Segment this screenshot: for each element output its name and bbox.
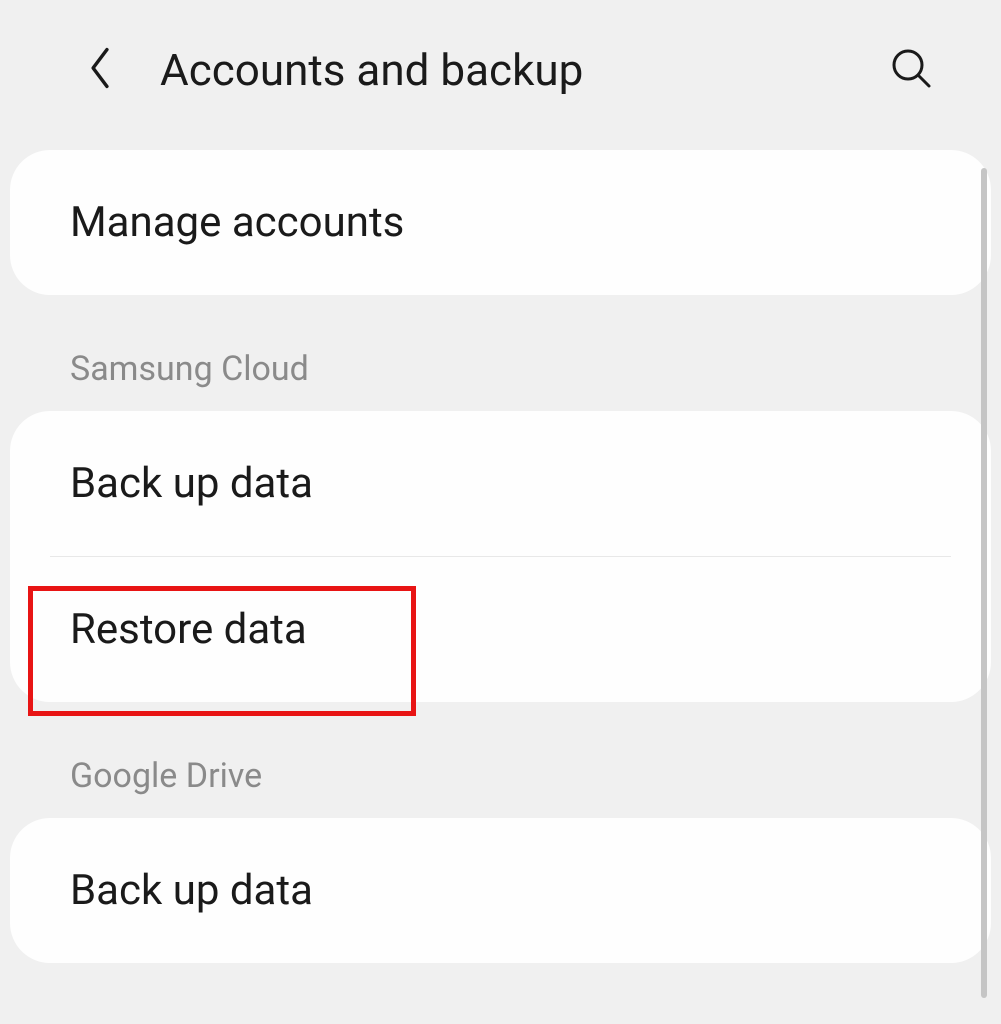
page-title: Accounts and backup [160,44,881,96]
manage-accounts-card: Manage accounts [10,150,991,295]
back-button[interactable] [70,40,130,100]
chevron-left-icon [85,45,115,95]
manage-accounts-item[interactable]: Manage accounts [10,150,991,295]
search-icon [889,46,933,94]
content-area: Manage accounts Samsung Cloud Back up da… [0,150,1001,963]
samsung-cloud-restore-item[interactable]: Restore data [10,557,991,702]
section-header-google-drive: Google Drive [10,702,991,818]
header-bar: Accounts and backup [0,0,1001,150]
search-button[interactable] [881,40,941,100]
samsung-cloud-backup-item[interactable]: Back up data [10,411,991,556]
scrollbar[interactable] [981,168,987,998]
section-header-samsung-cloud: Samsung Cloud [10,295,991,411]
google-drive-backup-item[interactable]: Back up data [10,818,991,963]
google-drive-card: Back up data [10,818,991,963]
samsung-cloud-card: Back up data Restore data [10,411,991,702]
